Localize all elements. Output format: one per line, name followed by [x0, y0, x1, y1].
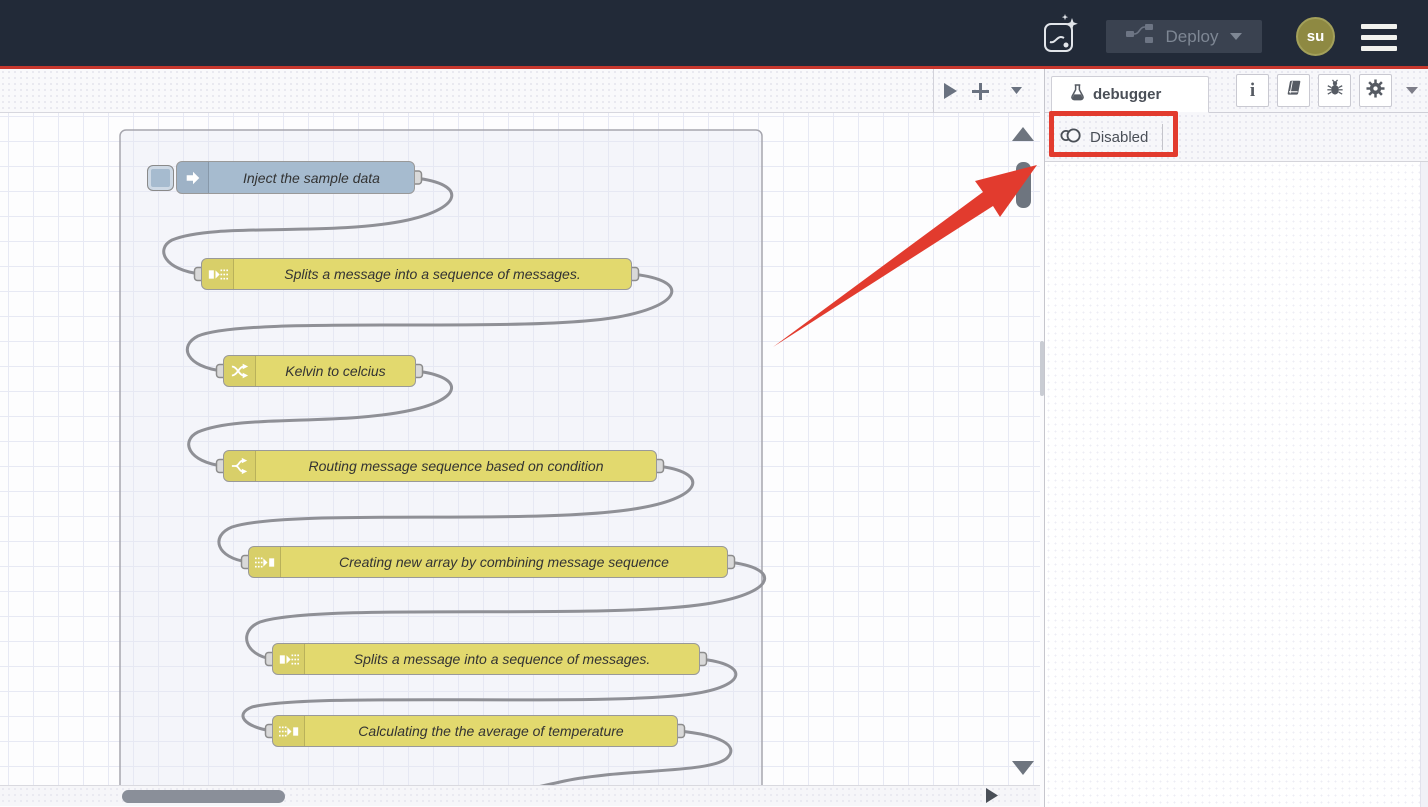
node-red-editor: Deploy su — [0, 0, 1428, 807]
flow-node-join[interactable]: Calculating the the average of temperatu… — [272, 715, 678, 747]
flow-grid[interactable]: Inject the sample data Splits a message i… — [0, 113, 1040, 785]
tab-bar-separator — [933, 69, 934, 113]
canvas-scroll-up-button[interactable] — [1012, 127, 1034, 141]
switch-node-icon — [224, 451, 256, 481]
scroll-tabs-right-button[interactable] — [938, 69, 962, 113]
flow-node-change[interactable]: Kelvin to celcius — [223, 355, 416, 387]
canvas-scroll-right-button[interactable] — [986, 788, 998, 807]
join-node-icon — [273, 716, 305, 746]
deploy-menu-chevron-icon[interactable] — [1230, 28, 1242, 46]
deploy-label: Deploy — [1166, 27, 1219, 47]
canvas-vertical-scrollbar-thumb[interactable] — [1016, 162, 1031, 208]
hamburger-icon — [1361, 24, 1397, 29]
node-label: Calculating the the average of temperatu… — [305, 716, 677, 746]
sidebar-scrollbar-track[interactable] — [1420, 162, 1428, 807]
workspace-canvas: Inject the sample data Splits a message i… — [0, 69, 1040, 807]
tab-debugger-label: debugger — [1093, 86, 1161, 103]
toolbar-separator — [1162, 124, 1163, 150]
toggle-off-icon — [1059, 127, 1082, 148]
workspace-tab-bar — [0, 69, 1040, 113]
settings-button[interactable] — [1359, 74, 1392, 107]
info-icon: i — [1250, 81, 1255, 100]
split-node-icon — [202, 259, 234, 289]
deploy-button[interactable]: Deploy — [1106, 20, 1262, 53]
inject-node-icon — [177, 162, 209, 193]
avatar-initials: su — [1307, 28, 1325, 45]
debug-button[interactable] — [1318, 74, 1351, 107]
tab-debugger[interactable]: debugger — [1051, 76, 1209, 113]
node-label: Splits a message into a sequence of mess… — [305, 644, 699, 674]
deploy-icon — [1126, 24, 1154, 49]
flask-icon — [1070, 84, 1085, 105]
splitter-drag-handle[interactable] — [1040, 341, 1044, 396]
node-label: Splits a message into a sequence of mess… — [234, 259, 631, 289]
flow-node-join[interactable]: Creating new array by combining message … — [248, 546, 728, 578]
flow-wiring-layer — [0, 113, 1040, 785]
flow-node-split[interactable]: Splits a message into a sequence of mess… — [272, 643, 700, 675]
bug-icon — [1326, 79, 1344, 102]
flow-node-split[interactable]: Splits a message into a sequence of mess… — [201, 258, 632, 290]
split-node-icon — [273, 644, 305, 674]
disabled-toggle-button[interactable]: Disabled — [1059, 127, 1148, 148]
canvas-horizontal-scrollbar[interactable] — [0, 785, 1040, 806]
change-node-icon — [224, 356, 256, 386]
join-node-icon — [249, 547, 281, 577]
flow-list-menu-button[interactable] — [1004, 69, 1028, 113]
gear-icon — [1366, 79, 1385, 103]
library-button[interactable] — [1277, 74, 1310, 107]
main-menu-button[interactable] — [1361, 24, 1397, 51]
node-label: Creating new array by combining message … — [281, 547, 727, 577]
debugger-toolbar: Disabled — [1045, 113, 1428, 162]
sidebar-toolbar-buttons: i — [1236, 74, 1418, 112]
ai-assistant-icon[interactable] — [1041, 13, 1081, 55]
node-label: Inject the sample data — [209, 162, 414, 193]
canvas-horizontal-scrollbar-thumb[interactable] — [122, 790, 285, 803]
inject-node-button[interactable] — [147, 165, 174, 191]
node-label: Kelvin to celcius — [256, 356, 415, 386]
sidebar: debugger i — [1045, 69, 1428, 807]
flow-node-switch[interactable]: Routing message sequence based on condit… — [223, 450, 657, 482]
node-label: Routing message sequence based on condit… — [256, 451, 656, 481]
book-icon — [1285, 79, 1303, 102]
user-avatar[interactable]: su — [1296, 17, 1335, 56]
debugger-panel-content — [1045, 162, 1428, 807]
info-button[interactable]: i — [1236, 74, 1269, 107]
canvas-scroll-down-button[interactable] — [1012, 761, 1034, 775]
flow-node-inject[interactable]: Inject the sample data — [176, 161, 415, 194]
sidebar-tab-bar: debugger i — [1045, 69, 1428, 113]
add-flow-button[interactable] — [967, 69, 993, 113]
header-bar: Deploy su — [0, 0, 1428, 66]
sidebar-menu-chevron-icon[interactable] — [1406, 87, 1418, 95]
disabled-toggle-label: Disabled — [1090, 129, 1148, 146]
